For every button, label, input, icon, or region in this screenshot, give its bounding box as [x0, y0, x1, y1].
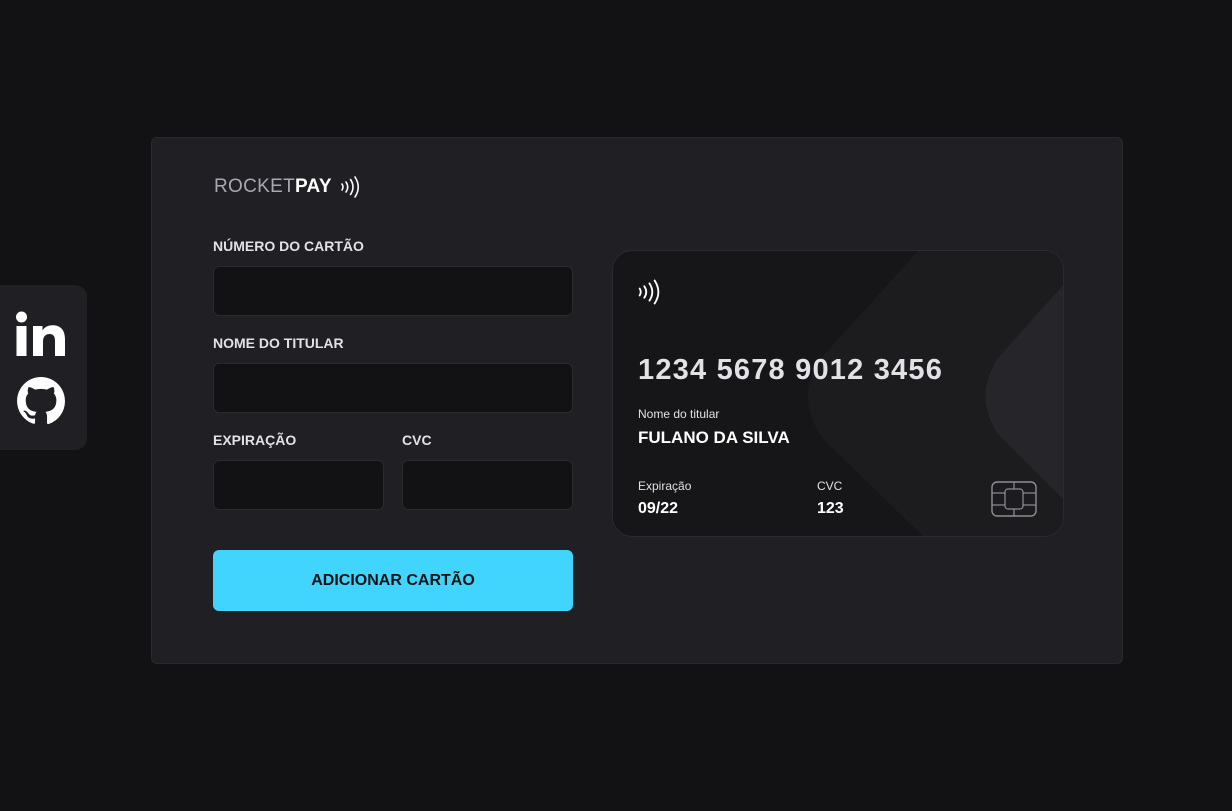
add-card-button[interactable]: ADICIONAR CARTÃO	[213, 550, 573, 611]
cvc-field-group: CVC	[402, 432, 573, 510]
expiration-field-group: EXPIRAÇÃO	[213, 432, 384, 510]
card-cvc-label: CVC	[817, 479, 843, 493]
card-form: NÚMERO DO CARTÃO NOME DO TITULAR EXPIRAÇ…	[213, 238, 573, 611]
cvc-label: CVC	[402, 432, 432, 448]
payment-panel: ROCKET PAY NÚMERO DO CARTÃO NOME DO TITUL…	[151, 137, 1123, 664]
holder-name-label: NOME DO TITULAR	[213, 335, 344, 351]
credit-card-preview: 1234 5678 9012 3456 Nome do titular FULA…	[612, 250, 1064, 537]
rocketpay-logo: ROCKET PAY	[214, 174, 362, 200]
card-number-input[interactable]	[213, 266, 573, 316]
chip-icon	[991, 481, 1037, 517]
contactless-icon	[638, 279, 660, 305]
expiration-cvc-row: EXPIRAÇÃO CVC	[213, 432, 573, 529]
contactless-icon	[341, 176, 359, 198]
linkedin-icon[interactable]	[15, 310, 67, 358]
card-holder-label: Nome do titular	[638, 407, 720, 421]
github-icon[interactable]	[16, 376, 66, 426]
expiration-input[interactable]	[213, 460, 384, 510]
expiration-label: EXPIRAÇÃO	[213, 432, 297, 448]
logo-text-pay: PAY	[294, 176, 332, 197]
card-number-display: 1234 5678 9012 3456	[638, 354, 944, 386]
card-cvc-value: 123	[817, 500, 844, 517]
card-number-field-group: NÚMERO DO CARTÃO	[213, 238, 573, 316]
card-expiration-label: Expiração	[638, 479, 692, 493]
card-expiration-value: 09/22	[638, 500, 679, 517]
holder-name-input[interactable]	[213, 363, 573, 413]
card-holder-name: FULANO DA SILVA	[638, 428, 790, 447]
social-links-sidebar	[0, 285, 87, 450]
card-number-label: NÚMERO DO CARTÃO	[213, 238, 364, 254]
logo-text-rocket: ROCKET	[214, 176, 295, 197]
holder-name-field-group: NOME DO TITULAR	[213, 335, 573, 413]
cvc-input[interactable]	[402, 460, 573, 510]
